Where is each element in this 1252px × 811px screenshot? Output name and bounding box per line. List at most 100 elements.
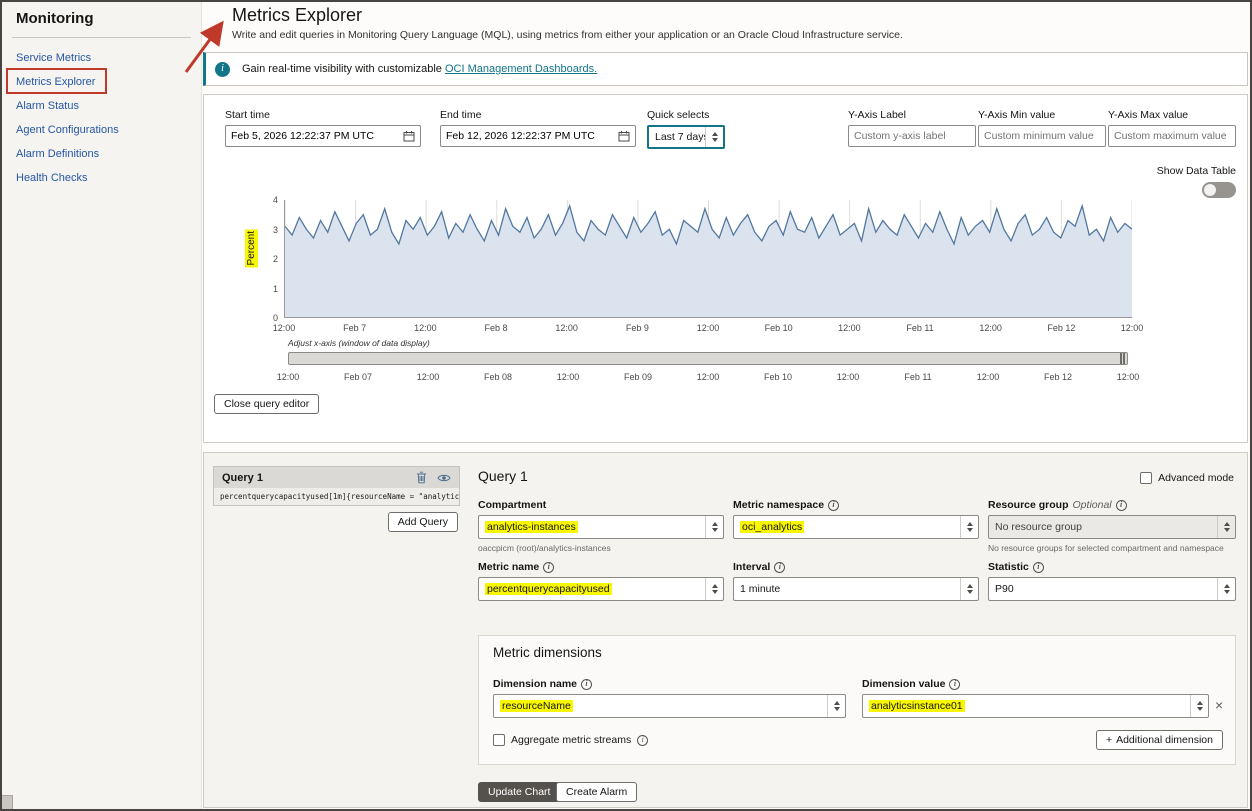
- info-icon: i: [828, 500, 839, 511]
- statistic-select[interactable]: P90: [988, 577, 1236, 601]
- slider-tick-label: Feb 12: [1044, 372, 1072, 382]
- slider-tick-label: Feb 09: [624, 372, 652, 382]
- slider-tick-label: Feb 07: [344, 372, 372, 382]
- compartment-select[interactable]: analytics-instances: [478, 515, 724, 539]
- metric-namespace-field: Metric namespacei oci_analytics: [733, 499, 979, 539]
- info-icon: i: [1116, 500, 1127, 511]
- metric-dimensions-title: Metric dimensions: [493, 645, 602, 660]
- start-time-input[interactable]: [226, 130, 403, 142]
- sidebar: Monitoring Service Metrics Metrics Explo…: [2, 2, 202, 809]
- y-axis-label-field: Y-Axis Label: [848, 109, 976, 147]
- slider-tick-label: Feb 11: [904, 372, 931, 382]
- metric-name-select[interactable]: percentquerycapacityused: [478, 577, 724, 601]
- quick-selects-select[interactable]: Last 7 days: [647, 125, 725, 149]
- slider-tick-label: Feb 08: [484, 372, 512, 382]
- x-tick-label: Feb 7: [343, 323, 366, 333]
- remove-dimension-icon[interactable]: ×: [1215, 698, 1223, 712]
- metric-name-field: Metric namei percentquerycapacityused: [478, 561, 724, 601]
- select-caret-icon: [1217, 516, 1235, 538]
- start-time-label: Start time: [225, 109, 270, 121]
- sidebar-item-service-metrics[interactable]: Service Metrics: [2, 46, 201, 70]
- slider-handle[interactable]: [1120, 353, 1125, 364]
- x-tick-label: 12:00: [273, 323, 296, 333]
- advanced-mode-checkbox[interactable]: [1140, 472, 1152, 484]
- x-tick-label: 12:00: [979, 323, 1002, 333]
- banner-link[interactable]: OCI Management Dashboards.: [445, 63, 597, 75]
- dimension-name-select[interactable]: resourceName: [493, 694, 846, 718]
- add-query-button[interactable]: Add Query: [388, 512, 458, 532]
- quick-selects-field: Quick selects Last 7 days: [647, 109, 725, 149]
- y-axis-min-field: Y-Axis Min value: [978, 109, 1106, 147]
- close-query-editor-button[interactable]: Close query editor: [214, 394, 319, 414]
- y-axis-title: Percent: [245, 229, 258, 267]
- optional-label: Optional: [1073, 499, 1112, 511]
- dimension-value-label: Dimension value: [862, 678, 945, 690]
- query-card[interactable]: Query 1 percentquerycapacityused[1m]{res…: [213, 466, 460, 506]
- y-axis-max-field: Y-Axis Max value: [1108, 109, 1236, 147]
- y-tick-label: 3: [273, 225, 278, 235]
- select-caret-icon: [705, 578, 723, 600]
- x-tick-label: Feb 10: [765, 323, 793, 333]
- y-tick-label: 0: [273, 313, 278, 323]
- compartment-field: Compartment analytics-instances oaccpicm…: [478, 499, 724, 553]
- y-axis-min-label: Y-Axis Min value: [978, 109, 1055, 121]
- y-axis-label-input[interactable]: [848, 125, 976, 147]
- scrollbar-corner: [2, 795, 13, 809]
- resource-group-select[interactable]: No resource group: [988, 515, 1236, 539]
- statistic-label: Statistic: [988, 561, 1029, 573]
- additional-dimension-button[interactable]: + Additional dimension: [1096, 730, 1223, 750]
- x-tick-label: Feb 11: [906, 323, 933, 333]
- delete-query-icon[interactable]: [416, 471, 427, 484]
- interval-field: Intervali 1 minute: [733, 561, 979, 601]
- show-data-table-toggle[interactable]: [1202, 182, 1236, 198]
- slider-tick-label: 12:00: [697, 372, 720, 382]
- show-data-table-label: Show Data Table: [1108, 165, 1236, 177]
- dimension-value-select[interactable]: analyticsinstance01: [862, 694, 1209, 718]
- y-tick-label: 2: [273, 254, 278, 264]
- slider-tick-label: 12:00: [837, 372, 860, 382]
- end-time-input[interactable]: [441, 130, 618, 142]
- sidebar-item-metrics-explorer[interactable]: Metrics Explorer: [2, 70, 201, 94]
- aggregate-streams-label: Aggregate metric streams: [511, 734, 631, 746]
- end-time-field: End time: [440, 109, 636, 147]
- query-title: Query 1: [478, 468, 528, 484]
- select-caret-icon: [827, 695, 845, 717]
- calendar-icon[interactable]: [618, 130, 630, 142]
- metric-chart-svg: [285, 200, 1132, 317]
- visibility-icon[interactable]: [437, 473, 451, 483]
- dimension-value-field: Dimension valuei analyticsinstance01: [862, 678, 1209, 718]
- x-axis-range-slider[interactable]: [288, 352, 1128, 365]
- sidebar-item-alarm-status[interactable]: Alarm Status: [2, 94, 201, 118]
- select-caret-icon: [960, 578, 978, 600]
- metric-dimensions-section: Metric dimensions Dimension namei resour…: [478, 635, 1236, 765]
- slider-tick-label: Feb 10: [764, 372, 792, 382]
- plus-icon: +: [1106, 734, 1112, 746]
- info-icon: i: [581, 679, 592, 690]
- calendar-icon[interactable]: [403, 130, 415, 142]
- advanced-mode-control: Advanced mode: [1140, 472, 1234, 484]
- y-axis-max-label: Y-Axis Max value: [1108, 109, 1188, 121]
- y-axis-max-input[interactable]: [1108, 125, 1236, 147]
- select-caret-icon: [705, 516, 723, 538]
- sidebar-item-agent-configurations[interactable]: Agent Configurations: [2, 118, 201, 142]
- x-tick-label: 12:00: [838, 323, 861, 333]
- sidebar-item-alarm-definitions[interactable]: Alarm Definitions: [2, 142, 201, 166]
- select-caret-icon: [960, 516, 978, 538]
- interval-select[interactable]: 1 minute: [733, 577, 979, 601]
- sidebar-item-health-checks[interactable]: Health Checks: [2, 166, 201, 190]
- dimension-name-field: Dimension namei resourceName: [493, 678, 846, 718]
- aggregate-streams-checkbox[interactable]: [493, 734, 505, 746]
- slider-tick-label: 12:00: [977, 372, 1000, 382]
- create-alarm-button[interactable]: Create Alarm: [556, 782, 637, 802]
- y-axis-min-input[interactable]: [978, 125, 1106, 147]
- x-axis-ticks: 12:00Feb 712:00Feb 812:00Feb 912:00Feb 1…: [284, 323, 1132, 335]
- info-icon: i: [637, 735, 648, 746]
- page-title: Metrics Explorer: [232, 5, 362, 26]
- toggle-knob: [1204, 184, 1216, 196]
- metric-namespace-select[interactable]: oci_analytics: [733, 515, 979, 539]
- statistic-field: Statistici P90: [988, 561, 1236, 601]
- x-tick-label: 12:00: [1121, 323, 1144, 333]
- x-tick-label: Feb 8: [484, 323, 507, 333]
- update-chart-button[interactable]: Update Chart: [478, 782, 560, 802]
- metric-chart: [284, 200, 1132, 318]
